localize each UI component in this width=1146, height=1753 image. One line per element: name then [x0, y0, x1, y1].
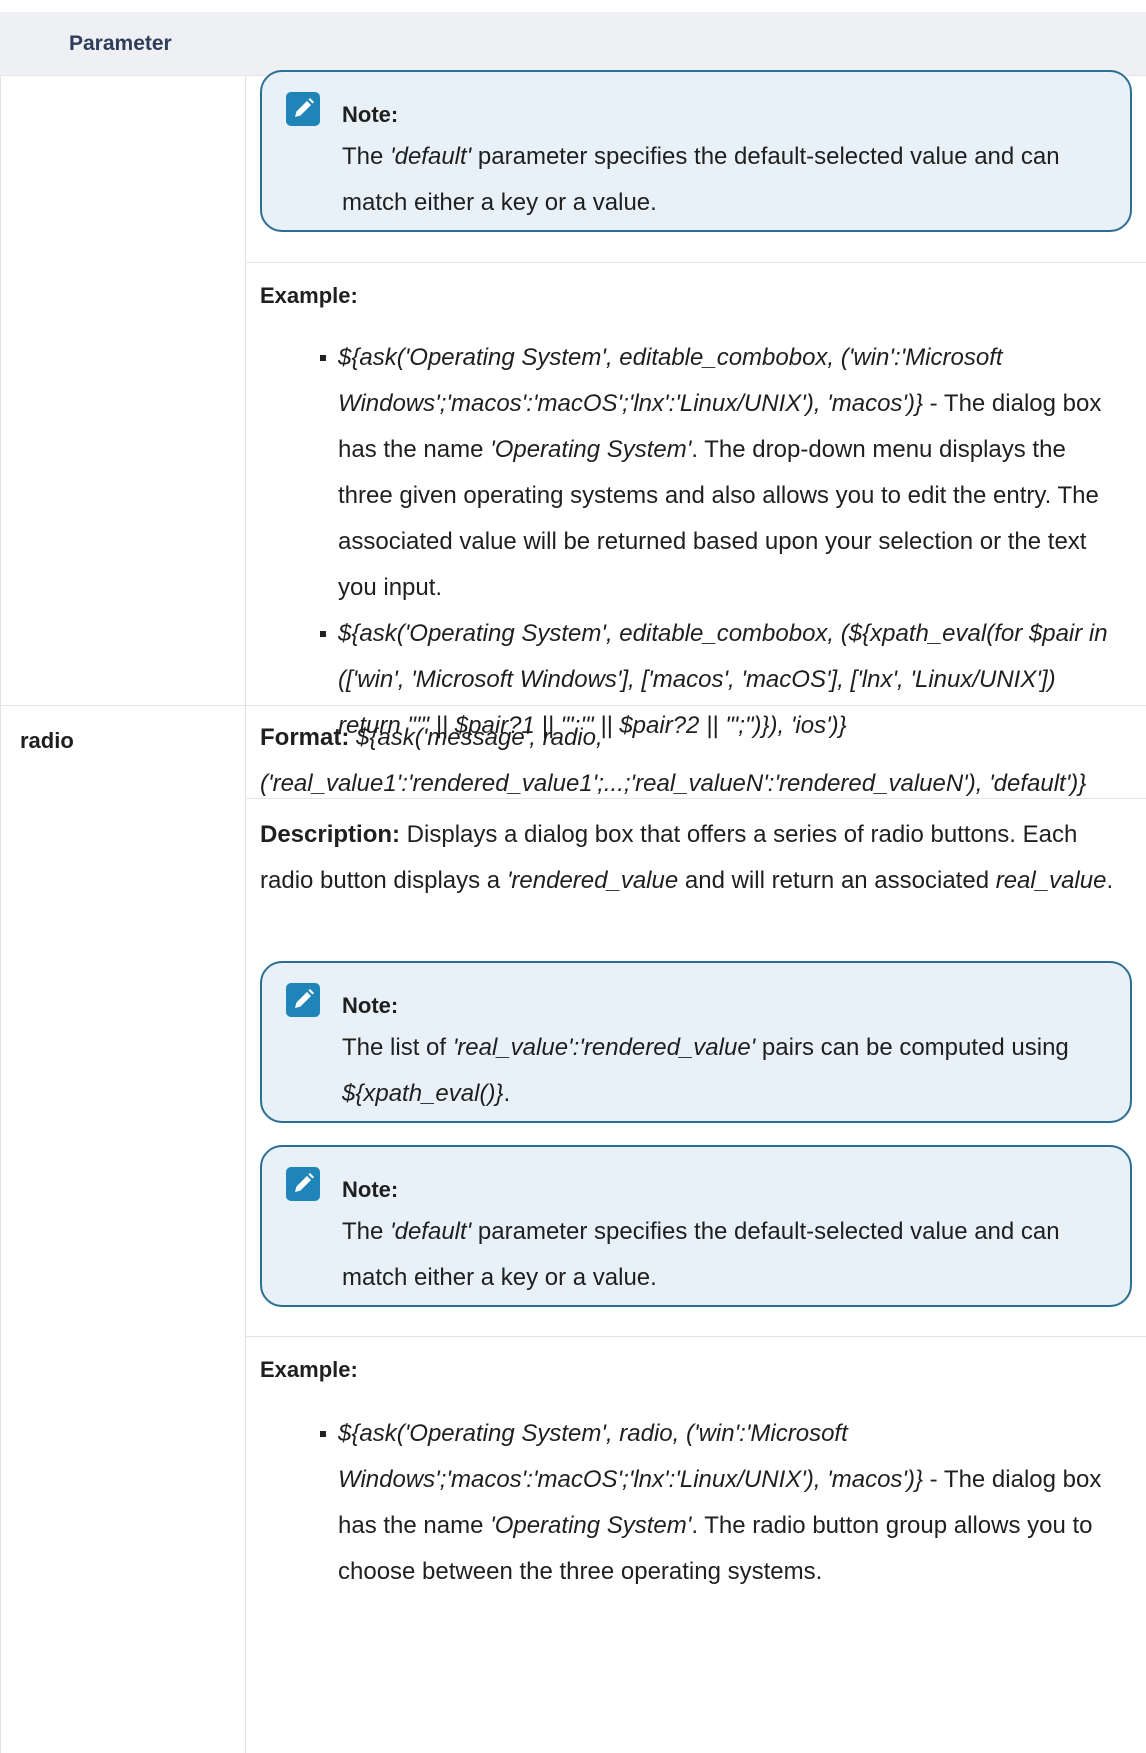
note-title: Note: [342, 1177, 399, 1202]
example-label: Example: [260, 283, 358, 308]
page: Parameter Note: The 'default' parameter … [0, 0, 1146, 1753]
row-name-radio: radio [20, 728, 74, 753]
note-text: The 'default' parameter specifies the de… [342, 143, 1060, 216]
list-item: ${ask('Operating System', radio, ('win':… [320, 1411, 1120, 1595]
table-column-divider [245, 76, 246, 1753]
example-list: ${ask('Operating System', radio, ('win':… [320, 1411, 1120, 1595]
note-box: Note: The list of 'real_value':'rendered… [260, 961, 1132, 1123]
description-text: Description: Displays a dialog box that … [260, 821, 1114, 894]
example-list: ${ask('Operating System', editable_combo… [320, 335, 1120, 749]
table-left-border [0, 76, 1, 1753]
note-text: The 'default' parameter specifies the de… [342, 1218, 1060, 1291]
pencil-icon [286, 92, 320, 126]
note-title: Note: [342, 993, 399, 1018]
list-item: ${ask('Operating System', editable_combo… [320, 335, 1120, 611]
format-text: Format: ${ask('message', radio, ('real_v… [260, 724, 1087, 797]
pencil-icon [286, 983, 320, 1017]
pencil-icon [286, 1167, 320, 1201]
example-label: Example: [260, 1357, 358, 1382]
header-parameter: Parameter [69, 32, 172, 55]
note-text: The list of 'real_value':'rendered_value… [342, 1034, 1069, 1107]
cell-divider [245, 262, 1146, 263]
table-header-row: Parameter [0, 12, 1146, 76]
note-box: Note: The 'default' parameter specifies … [260, 1145, 1132, 1307]
note-title: Note: [342, 102, 399, 127]
note-box: Note: The 'default' parameter specifies … [260, 70, 1132, 232]
cell-divider [245, 1336, 1146, 1337]
